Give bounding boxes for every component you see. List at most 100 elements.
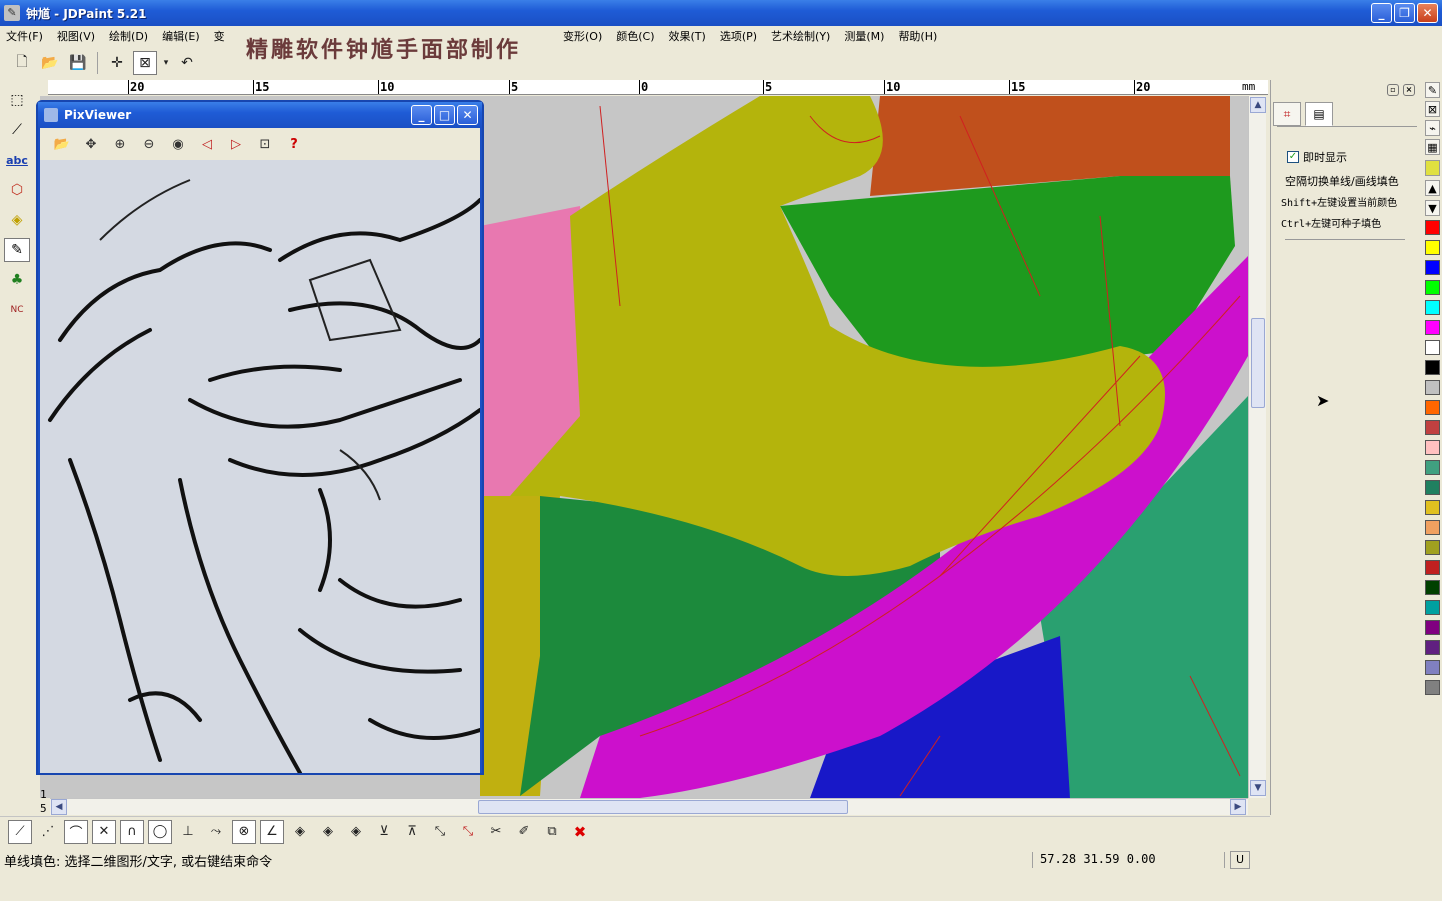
select-box-icon[interactable]: ⊠ (133, 51, 157, 75)
pen-tool-icon[interactable]: ✎ (1425, 82, 1440, 98)
menu-item-left-4[interactable]: 变 (214, 28, 225, 44)
node-c-icon[interactable]: ◈ (344, 820, 368, 844)
tree-icon[interactable]: ♣ (4, 268, 30, 292)
dropdown-arrow-icon[interactable]: ▾ (161, 51, 171, 75)
fill-icon[interactable]: ◈ (4, 208, 30, 232)
tab-document-icon[interactable]: ▤ (1305, 102, 1333, 126)
color-swatch[interactable] (1425, 660, 1440, 675)
menu-item-left-3[interactable]: 编辑(E) (162, 28, 200, 44)
node-b-icon[interactable]: ◈ (316, 820, 340, 844)
minimize-button[interactable]: _ (1371, 3, 1392, 23)
color-swatch[interactable] (1425, 340, 1440, 355)
color-swatch[interactable] (1425, 360, 1440, 375)
scroll-up-icon[interactable]: ▲ (1250, 97, 1266, 113)
pencil-icon[interactable]: ✎ (4, 238, 30, 262)
delete-icon[interactable]: ✖ (568, 820, 592, 844)
current-color-swatch[interactable] (1425, 160, 1440, 176)
select-a-icon[interactable]: ⤡ (428, 820, 452, 844)
no-color-icon[interactable]: ⊠ (1425, 101, 1440, 117)
color-swatch[interactable] (1425, 320, 1440, 335)
color-swatch[interactable] (1425, 400, 1440, 415)
color-swatch[interactable] (1425, 220, 1440, 235)
prev-icon[interactable]: ◁ (195, 132, 219, 156)
color-swatch[interactable] (1425, 300, 1440, 315)
color-swatch[interactable] (1425, 280, 1440, 295)
level-a-icon[interactable]: ⊻ (372, 820, 396, 844)
pen-node-icon[interactable]: ⟋ (4, 118, 30, 142)
save-icon[interactable]: 💾 (66, 51, 90, 75)
menu-item-left-1[interactable]: 视图(V) (57, 28, 95, 44)
node-a-icon[interactable]: ◈ (288, 820, 312, 844)
eye-icon[interactable]: ◉ (166, 132, 190, 156)
horizontal-scroll-thumb[interactable] (478, 800, 848, 814)
panel-close-icon[interactable]: × (1403, 84, 1415, 96)
zoom-fit-icon[interactable]: ⊡ (253, 132, 277, 156)
color-swatch[interactable] (1425, 560, 1440, 575)
menu-item-right-3[interactable]: 选项(P) (720, 28, 757, 44)
curve-icon[interactable]: ∩ (120, 819, 144, 844)
level-b-icon[interactable]: ⊼ (400, 820, 424, 844)
new-file-icon[interactable]: 🗋 (10, 51, 34, 75)
color-swatch[interactable] (1425, 540, 1440, 555)
zoom-out-icon[interactable]: ⊖ (137, 132, 161, 156)
menu-item-left-2[interactable]: 绘制(D) (109, 28, 148, 44)
crosshair-icon[interactable]: ✛ (105, 51, 129, 75)
perpendicular-icon[interactable]: ⊥ (176, 820, 200, 844)
restore-button[interactable]: ❐ (1394, 3, 1415, 23)
circle-icon[interactable]: ◯ (148, 819, 172, 844)
pattern-icon[interactable]: ▦ (1425, 139, 1440, 155)
copy-icon[interactable]: ⧉ (540, 820, 564, 844)
color-swatch[interactable] (1425, 240, 1440, 255)
color-swatch[interactable] (1425, 500, 1440, 515)
move-icon[interactable]: ✥ (79, 132, 103, 156)
angle-icon[interactable]: ∠ (260, 819, 284, 844)
scroll-right-icon[interactable]: ▶ (1230, 799, 1246, 815)
tangent-icon[interactable]: ⤳ (204, 820, 228, 844)
color-swatch[interactable] (1425, 260, 1440, 275)
help-icon[interactable]: ? (282, 132, 306, 156)
menu-item-left-0[interactable]: 文件(F) (6, 28, 43, 44)
menu-item-right-0[interactable]: 变形(O) (563, 28, 602, 44)
menu-item-right-1[interactable]: 颜色(C) (616, 28, 654, 44)
color-swatch[interactable] (1425, 440, 1440, 455)
instant-display-row[interactable]: ✓ 即时显示 (1287, 149, 1347, 165)
menu-item-right-2[interactable]: 效果(T) (669, 28, 706, 44)
pixviewer-minimize-button[interactable]: _ (411, 105, 432, 125)
text-abc-icon[interactable]: abc (4, 148, 30, 172)
pixviewer-close-button[interactable]: ✕ (457, 105, 478, 125)
cross-icon[interactable]: ✕ (92, 819, 116, 844)
panel-restore-icon[interactable]: ▫ (1387, 84, 1399, 96)
trim-icon[interactable]: ✐ (512, 820, 536, 844)
color-swatch[interactable] (1425, 580, 1440, 595)
vertical-scrollbar[interactable]: ▲ ▼ (1248, 96, 1266, 798)
color-swatch[interactable] (1425, 620, 1440, 635)
polyline-icon[interactable]: ⋰ (36, 820, 60, 844)
vertical-scroll-thumb[interactable] (1251, 318, 1265, 408)
color-swatch[interactable] (1425, 480, 1440, 495)
color-swatch[interactable] (1425, 600, 1440, 615)
color-swatch[interactable] (1425, 420, 1440, 435)
close-button[interactable]: ✕ (1417, 3, 1438, 23)
color-swatch[interactable] (1425, 380, 1440, 395)
next-icon[interactable]: ▷ (224, 132, 248, 156)
open-folder-icon[interactable]: 📂 (38, 51, 62, 75)
menu-item-right-5[interactable]: 测量(M) (844, 28, 884, 44)
arc-icon[interactable]: ⌒ (64, 819, 88, 844)
zoom-in-icon[interactable]: ⊕ (108, 132, 132, 156)
line-icon[interactable]: ⟋ (8, 819, 32, 844)
color-swatch[interactable] (1425, 460, 1440, 475)
undo-icon[interactable]: ↶ (175, 51, 199, 75)
color-swatch[interactable] (1425, 520, 1440, 535)
menu-item-right-6[interactable]: 帮助(H) (898, 28, 937, 44)
color-swatch[interactable] (1425, 680, 1440, 695)
scroll-down-icon[interactable]: ▼ (1250, 780, 1266, 796)
select-node-icon[interactable]: ⬚ (4, 88, 30, 112)
color-swatch[interactable] (1425, 640, 1440, 655)
snap-icon[interactable]: ⊗ (232, 819, 256, 844)
tab-node-edit-icon[interactable]: ⌗ (1273, 102, 1301, 126)
shape-icon[interactable]: ⬡ (4, 178, 30, 202)
horizontal-scrollbar[interactable]: ◀ ▶ (50, 798, 1248, 815)
cut-icon[interactable]: ✂ (484, 820, 508, 844)
pixviewer-maximize-button[interactable]: □ (434, 105, 455, 125)
pixviewer-title-bar[interactable]: PixViewer _ □ ✕ (38, 102, 482, 128)
